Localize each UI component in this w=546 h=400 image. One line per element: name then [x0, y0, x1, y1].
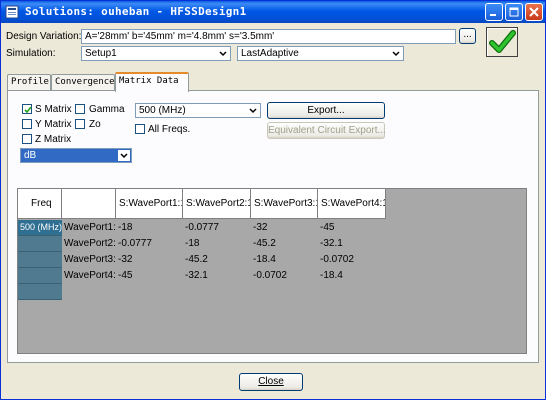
- chevron-down-icon: [118, 150, 130, 161]
- z-matrix-label: Z Matrix: [35, 134, 72, 145]
- design-variation-label: Design Variation:: [6, 31, 82, 42]
- chevron-down-icon: [392, 51, 400, 57]
- freq-cell[interactable]: [18, 268, 62, 284]
- table-cell[interactable]: -18.4: [251, 252, 318, 268]
- table-cell[interactable]: -0.0777: [116, 236, 183, 252]
- all-freqs-label: All Freqs.: [148, 124, 191, 135]
- simulation-label: Simulation:: [6, 48, 56, 59]
- all-freqs-checkbox[interactable]: [135, 124, 145, 134]
- frequency-select[interactable]: 500 (MHz): [135, 103, 261, 118]
- table-cell[interactable]: -18: [183, 236, 251, 252]
- y-matrix-label: Y Matrix: [35, 119, 72, 130]
- maximize-icon: [509, 7, 519, 17]
- column-header[interactable]: S:WavePort3:1: [251, 189, 318, 219]
- checkmark-icon: [24, 106, 32, 114]
- table-cell[interactable]: -18: [116, 220, 183, 236]
- freq-cell[interactable]: [18, 284, 62, 300]
- table-cell[interactable]: -32: [116, 252, 183, 268]
- table-cell[interactable]: -45: [318, 220, 386, 236]
- table-cell[interactable]: -45.2: [183, 252, 251, 268]
- solution-select[interactable]: LastAdaptive: [237, 46, 404, 61]
- column-header[interactable]: S:WavePort1:1: [116, 189, 183, 219]
- solutions-window: Solutions: ouheban - HFSSDesign1 Design …: [0, 0, 546, 400]
- table-cell[interactable]: -45: [116, 268, 183, 284]
- freq-cell[interactable]: [18, 252, 62, 268]
- zo-label: Zo: [89, 119, 101, 130]
- table-cell[interactable]: -0.0702: [251, 268, 318, 284]
- table-cell[interactable]: -32: [251, 220, 318, 236]
- tab-profile[interactable]: Profile: [7, 74, 51, 91]
- setup-select[interactable]: Setup1: [81, 46, 231, 61]
- table-cell[interactable]: -0.0702: [318, 252, 386, 268]
- zo-checkbox[interactable]: [75, 119, 85, 129]
- export-button[interactable]: Export...: [267, 102, 385, 119]
- column-header[interactable]: S:WavePort4:1: [318, 189, 386, 219]
- matrix-grid: Freq S:WavePort1:1 S:WavePort2:1 S:WaveP…: [17, 188, 527, 354]
- title-bar: Solutions: ouheban - HFSSDesign1: [1, 1, 545, 23]
- browse-variation-button[interactable]: ...: [459, 28, 476, 44]
- frequency-value: 500 (MHz): [139, 105, 186, 116]
- table-cell[interactable]: -18.4: [318, 268, 386, 284]
- table-cell[interactable]: -0.0777: [183, 220, 251, 236]
- grid-header: Freq S:WavePort1:1 S:WavePort2:1 S:WaveP…: [18, 189, 526, 219]
- freq-cell[interactable]: [18, 236, 62, 252]
- row-name-cell: WavePort3:1: [64, 254, 116, 265]
- table-cell[interactable]: -32.1: [318, 236, 386, 252]
- chevron-down-icon: [219, 51, 227, 57]
- table-cell[interactable]: -32.1: [183, 268, 251, 284]
- minimize-icon: [490, 14, 496, 16]
- s-matrix-label: S Matrix: [35, 104, 72, 115]
- tab-matrix-data[interactable]: Matrix Data: [115, 72, 189, 92]
- gamma-checkbox[interactable]: [75, 104, 85, 114]
- minimize-button[interactable]: [485, 3, 503, 21]
- format-value: dB: [24, 150, 37, 161]
- close-window-button[interactable]: [525, 3, 543, 21]
- column-header[interactable]: S:WavePort2:1: [183, 189, 251, 219]
- z-matrix-checkbox[interactable]: [22, 134, 32, 144]
- design-variation-field[interactable]: A='28mm' b='45mm' m='4.8mm' s='3.5mm': [81, 29, 456, 44]
- solution-value: LastAdaptive: [241, 48, 299, 59]
- freq-column-header[interactable]: Freq: [18, 189, 62, 219]
- equivalent-circuit-export-button[interactable]: Equivalent Circuit Export...: [267, 122, 386, 139]
- y-matrix-checkbox[interactable]: [22, 119, 32, 129]
- row-name-cell: WavePort1:1: [64, 222, 116, 233]
- freq-cell[interactable]: 500 (MHz): [18, 220, 62, 236]
- green-checkmark-icon: [489, 30, 516, 53]
- row-name-column-header: [62, 189, 116, 219]
- solution-status-indicator: [486, 27, 518, 57]
- table-cell[interactable]: -45.2: [251, 236, 318, 252]
- tab-convergence[interactable]: Convergence: [51, 74, 115, 91]
- close-button[interactable]: Close: [239, 373, 303, 391]
- app-icon: [5, 5, 19, 19]
- format-select[interactable]: dB: [20, 148, 132, 163]
- setup-value: Setup1: [85, 48, 117, 59]
- chevron-down-icon: [249, 108, 257, 114]
- s-matrix-checkbox[interactable]: [22, 104, 32, 114]
- row-name-cell: WavePort4:1: [64, 270, 116, 281]
- gamma-label: Gamma: [89, 104, 125, 115]
- maximize-button[interactable]: [505, 3, 523, 21]
- window-title: Solutions: ouheban - HFSSDesign1: [25, 5, 247, 18]
- row-name-cell: WavePort2:1: [64, 238, 116, 249]
- close-icon: [529, 7, 539, 17]
